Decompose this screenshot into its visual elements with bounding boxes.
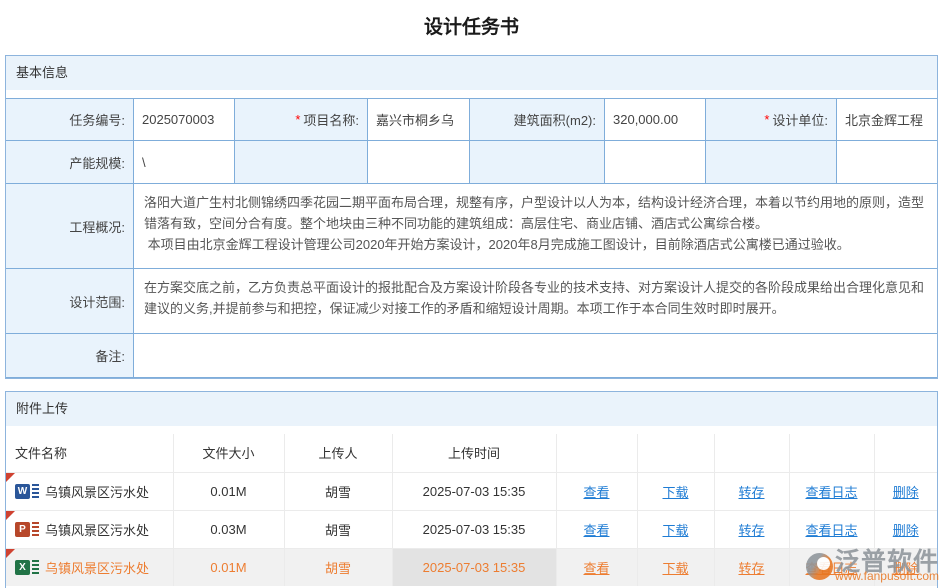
capacity-label: 产能规模:: [6, 141, 133, 183]
excel-file-icon: X: [15, 560, 39, 575]
upload-time-cell: 2025-07-03 15:35: [392, 548, 556, 586]
red-corner-flag-icon: [6, 511, 15, 520]
column-header-action: [556, 434, 637, 472]
attachment-row: W 乌镇风景区污水处 0.01M 胡雪 2025-07-03 15:35 查看 …: [6, 472, 937, 510]
basic-info-section-header: 基本信息: [6, 56, 937, 90]
empty-value-cell: [605, 141, 705, 183]
download-link[interactable]: 下载: [662, 485, 688, 500]
ppt-file-icon: P: [15, 522, 39, 537]
upload-time-cell: 2025-07-03 15:35: [392, 472, 556, 510]
empty-value-cell: [368, 141, 469, 183]
upload-time-cell: 2025-07-03 15:35: [392, 510, 556, 548]
task-no-value: 2025070003: [134, 99, 234, 140]
view-link[interactable]: 查看: [583, 523, 609, 538]
empty-value-cell: [837, 141, 937, 183]
file-name-text: 乌镇风景区污水处: [45, 558, 149, 577]
download-link[interactable]: 下载: [662, 523, 688, 538]
red-corner-flag-icon: [6, 473, 15, 482]
column-header-file-size: 文件大小: [173, 434, 284, 472]
uploader-cell: 胡雪: [284, 510, 392, 548]
building-area-label: 建筑面积(m2):: [470, 99, 604, 140]
attachment-row-highlighted: X 乌镇风景区污水处 0.01M 胡雪 2025-07-03 15:35 查看 …: [6, 548, 937, 586]
design-task-page: 设计任务书 基本信息 任务编号: 2025070003 *项目名称: 嘉兴市桐乡…: [0, 0, 943, 588]
project-name-label: *项目名称:: [235, 99, 367, 140]
uploader-cell: 胡雪: [284, 472, 392, 510]
delete-link[interactable]: 删除: [893, 523, 919, 538]
file-size-cell: 0.03M: [173, 510, 284, 548]
transfer-save-link[interactable]: 转存: [738, 561, 764, 576]
remark-label: 备注:: [6, 334, 133, 377]
attachments-header-row: 文件名称 文件大小 上传人 上传时间: [6, 434, 937, 472]
column-header-upload-time: 上传时间: [392, 434, 556, 472]
red-corner-flag-icon: [6, 549, 15, 558]
task-no-label: 任务编号:: [6, 99, 133, 140]
remark-value: [134, 334, 937, 377]
file-name-text: 乌镇风景区污水处: [45, 520, 149, 539]
scope-label: 设计范围:: [6, 269, 133, 333]
file-size-cell: 0.01M: [173, 548, 284, 586]
uploader-cell: 胡雪: [284, 548, 392, 586]
view-link[interactable]: 查看: [583, 561, 609, 576]
download-link[interactable]: 下载: [662, 561, 688, 576]
design-unit-label: *设计单位:: [706, 99, 836, 140]
scope-value: 在方案交底之前，乙方负责总平面设计的报批配合及方案设计阶段各专业的技术支持、对方…: [134, 269, 937, 333]
capacity-value: \: [134, 141, 234, 183]
attachments-section-header: 附件上传: [6, 392, 937, 426]
file-name-cell: P 乌镇风景区污水处: [6, 510, 173, 548]
file-name-cell: X 乌镇风景区污水处: [6, 548, 173, 586]
delete-link[interactable]: 删除: [893, 485, 919, 500]
view-link[interactable]: 查看: [583, 485, 609, 500]
required-marker: *: [295, 112, 300, 127]
column-header-action: [637, 434, 714, 472]
empty-label-cell: [706, 141, 836, 183]
column-header-action: [714, 434, 789, 472]
delete-link[interactable]: 删除: [893, 561, 919, 576]
column-header-action: [789, 434, 874, 472]
column-header-action: [874, 434, 937, 472]
overview-label: 工程概况:: [6, 184, 133, 268]
view-log-link[interactable]: 查看日志: [805, 523, 857, 538]
file-size-cell: 0.01M: [173, 472, 284, 510]
file-name-cell: W 乌镇风景区污水处: [6, 472, 173, 510]
basic-info-form: 任务编号: 2025070003 *项目名称: 嘉兴市桐乡乌 建筑面积(m2):…: [6, 98, 937, 378]
view-log-link[interactable]: 查看日志: [805, 561, 857, 576]
column-header-file-name: 文件名称: [6, 434, 173, 472]
transfer-save-link[interactable]: 转存: [738, 523, 764, 538]
attachments-table-wrap: 文件名称 文件大小 上传人 上传时间: [6, 434, 937, 586]
transfer-save-link[interactable]: 转存: [738, 485, 764, 500]
basic-info-panel: 基本信息 任务编号: 2025070003 *项目名称: 嘉兴市桐乡乌 建筑面积…: [5, 55, 938, 379]
project-name-value: 嘉兴市桐乡乌: [368, 99, 469, 140]
file-name-text: 乌镇风景区污水处: [45, 482, 149, 501]
attachment-row: P 乌镇风景区污水处 0.03M 胡雪 2025-07-03 15:35 查看 …: [6, 510, 937, 548]
overview-value: 洛阳大道广生村北侧锦绣四季花园二期平面布局合理，规整有序，户型设计以人为本，结构…: [134, 184, 937, 268]
empty-label-cell: [470, 141, 604, 183]
empty-label-cell: [235, 141, 367, 183]
building-area-value: 320,000.00: [605, 99, 705, 140]
word-file-icon: W: [15, 484, 39, 499]
view-log-link[interactable]: 查看日志: [805, 485, 857, 500]
column-header-uploader: 上传人: [284, 434, 392, 472]
required-marker: *: [764, 112, 769, 127]
design-unit-value: 北京金辉工程: [837, 99, 937, 140]
attachments-panel: 附件上传 文件名称 文件大小 上传人 上传时间: [5, 391, 938, 588]
attachments-table: 文件名称 文件大小 上传人 上传时间: [6, 434, 937, 586]
page-title: 设计任务书: [5, 0, 938, 40]
